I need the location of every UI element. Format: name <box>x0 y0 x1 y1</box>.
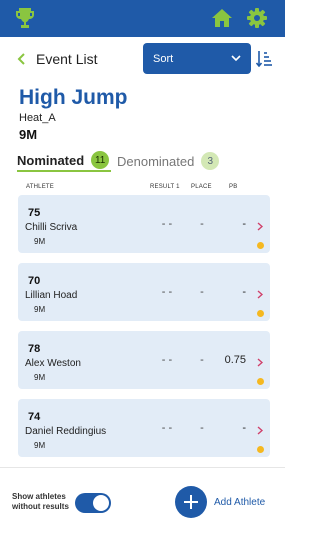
athlete-group: 9M <box>34 305 46 314</box>
nav-row: Event List Sort <box>0 42 285 76</box>
tab-denominated[interactable]: Denominated 3 <box>117 150 229 172</box>
status-dot <box>257 378 264 385</box>
athlete-pb: - <box>242 286 246 298</box>
gear-icon[interactable] <box>246 7 268 29</box>
sort-ascending-icon[interactable] <box>256 50 272 67</box>
plus-icon <box>184 495 198 509</box>
athlete-card[interactable]: 70 Lillian Hoad 9M - - - - <box>18 263 270 321</box>
athlete-result1: - - <box>161 286 173 298</box>
status-dot <box>257 242 264 249</box>
status-dot <box>257 446 264 453</box>
show-without-results-label: Show athletes without results <box>12 492 69 511</box>
athlete-name: Chilli Scriva <box>25 222 78 233</box>
athlete-card[interactable]: 74 Daniel Reddingius 9M - - - - <box>18 399 270 457</box>
athlete-card[interactable]: 75 Chilli Scriva 9M - - - - <box>18 195 270 253</box>
athlete-group: 9M <box>34 373 46 382</box>
chevron-left-icon <box>17 53 25 65</box>
athlete-tabs: Nominated 11 Denominated 3 <box>14 150 272 172</box>
athlete-result1: - - <box>161 354 173 366</box>
athlete-result1: - - <box>161 218 173 230</box>
athlete-place: - <box>200 218 204 230</box>
column-header-result1: RESULT 1 <box>150 184 180 190</box>
athlete-bib: 75 <box>28 207 41 219</box>
toggle-knob <box>93 495 109 511</box>
tab-denominated-label: Denominated <box>117 153 195 169</box>
athlete-bib: 78 <box>28 343 41 355</box>
athlete-bib: 70 <box>28 275 41 287</box>
athlete-place: - <box>200 354 204 366</box>
athlete-name: Daniel Reddingius <box>25 426 107 437</box>
column-header-athlete: ATHLETE <box>26 184 54 190</box>
athlete-card[interactable]: 78 Alex Weston 9M - - - 0.75 <box>18 331 270 389</box>
athlete-group: 9M <box>34 237 46 246</box>
athlete-place: - <box>200 286 204 298</box>
status-dot <box>257 310 264 317</box>
event-title: High Jump <box>19 86 128 109</box>
athlete-name: Lillian Hoad <box>25 290 78 301</box>
show-without-results-toggle[interactable] <box>75 493 111 513</box>
tab-nominated[interactable]: Nominated 11 <box>17 150 111 172</box>
column-header-place: PLACE <box>191 184 212 190</box>
sort-dropdown[interactable]: Sort <box>143 43 251 74</box>
athlete-pb: - <box>242 218 246 230</box>
app-bar <box>0 0 285 37</box>
event-group: 9M <box>19 127 38 142</box>
denominated-count-badge: 3 <box>201 152 220 170</box>
column-header-pb: PB <box>229 184 238 190</box>
chevron-right-icon <box>257 358 263 367</box>
trophy-icon <box>16 8 34 28</box>
footer-divider <box>0 467 285 468</box>
sort-dropdown-label: Sort <box>153 52 174 65</box>
tab-nominated-label: Nominated <box>17 152 85 168</box>
chevron-right-icon <box>257 222 263 231</box>
add-athlete-button[interactable] <box>175 486 207 518</box>
back-button[interactable]: Event List <box>16 48 97 70</box>
athlete-pb: - <box>242 422 246 434</box>
chevron-right-icon <box>257 290 263 299</box>
athlete-place: - <box>200 422 204 434</box>
athlete-bib: 74 <box>28 411 41 423</box>
athlete-pb: 0.75 <box>224 354 246 366</box>
athlete-result1: - - <box>161 422 173 434</box>
chevron-right-icon <box>257 426 263 435</box>
nominated-count-badge: 11 <box>91 151 110 169</box>
event-heat: Heat_A <box>19 112 56 124</box>
back-button-label: Event List <box>36 51 98 67</box>
chevron-down-icon <box>231 55 241 62</box>
athlete-name: Alex Weston <box>25 358 81 369</box>
home-icon[interactable] <box>211 8 233 28</box>
add-athlete-label[interactable]: Add Athlete <box>214 497 265 508</box>
athlete-group: 9M <box>34 441 46 450</box>
